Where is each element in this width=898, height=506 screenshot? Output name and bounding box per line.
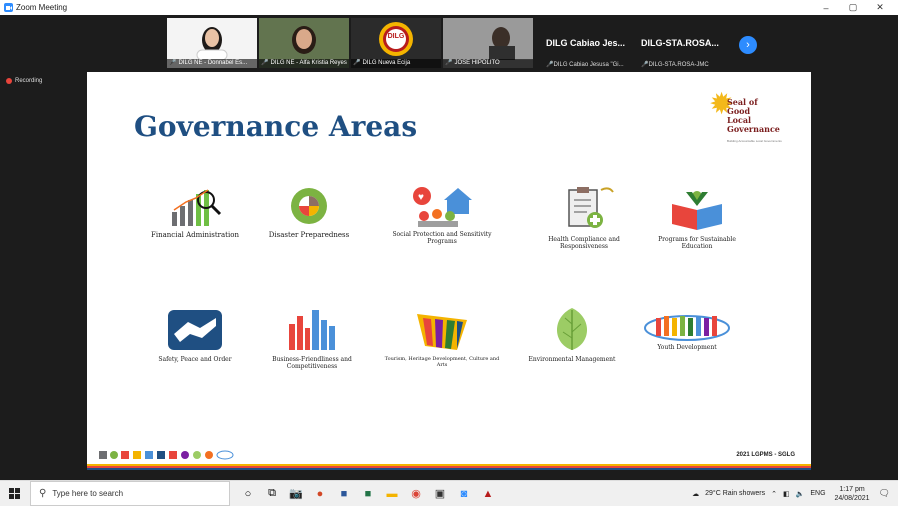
recording-label: Recording — [15, 78, 43, 84]
minimize-button[interactable]: – — [814, 0, 838, 15]
search-icon: ⚲ — [39, 488, 47, 499]
record-icon — [6, 78, 12, 84]
maximize-button[interactable]: ▢ — [841, 0, 865, 15]
book-person-icon — [672, 191, 722, 230]
area-label: Health Compliance and Responsiveness — [548, 236, 620, 250]
taskbar-clock[interactable]: 1:17 pm 24/08/2021 — [835, 485, 870, 503]
participant-tile[interactable]: 🎤 DILG NE - Donnabel Es... — [167, 18, 257, 68]
participant-display-name: DILG Cabiao Jes... — [546, 38, 626, 48]
slide-title: Governance Areas — [134, 110, 418, 143]
area-environmental-management: Environmental Management — [517, 304, 627, 363]
area-label: Social Protection and Sensitivity Progra… — [392, 231, 492, 245]
leaf-icon — [556, 308, 588, 350]
area-label: Business-Friendliness and Competitivenes… — [272, 356, 352, 370]
powerpoint-icon[interactable]: ● — [308, 481, 332, 506]
chart-magnifier-icon — [172, 189, 222, 226]
footer-area-icons — [97, 449, 257, 463]
area-label: Safety, Peace and Order — [158, 356, 232, 363]
participant-name-tile[interactable]: DILG-STA.ROSA... 🎤DILG-STA.ROSA-JMC — [641, 18, 733, 68]
app-icon[interactable]: ▣ — [428, 481, 452, 506]
recording-indicator: Recording — [6, 78, 42, 84]
participant-video-icon — [259, 18, 349, 60]
cortana-icon[interactable]: ○ — [236, 481, 260, 506]
participant-display-name: DILG-STA.ROSA... — [641, 38, 719, 48]
colorful-banner-icon — [417, 314, 467, 350]
area-label: Disaster Preparedness — [268, 231, 350, 239]
participant-tile[interactable]: DILG 🎤 DILG Nueva Ecija — [351, 18, 441, 68]
shared-slide: Governance Areas ✹ Seal of Good Local Go… — [87, 72, 811, 470]
tray-arrow-icon[interactable]: ⌃ — [771, 490, 777, 498]
dilg-logo-text: DILG — [387, 33, 405, 40]
network-icon[interactable]: ◧ — [783, 490, 790, 498]
participant-name: 🎤 DILG NE - Donnabel Es... — [167, 59, 257, 68]
close-button[interactable]: ✕ — [868, 0, 892, 15]
excel-icon[interactable]: ■ — [356, 481, 380, 506]
area-youth-development: Youth Development — [632, 312, 742, 351]
weather-icon[interactable]: ☁ — [692, 490, 699, 498]
start-button[interactable] — [0, 481, 30, 506]
meeting-area: 🎤 DILG NE - Donnabel Es... 🎤 DILG NE - Alf… — [0, 15, 898, 470]
participant-tile[interactable]: 🎤 DILG NE - Alfa Kristia Reyes — [259, 18, 349, 68]
notifications-icon[interactable]: 🗨 — [879, 488, 890, 499]
participant-video-icon — [167, 18, 257, 61]
file-explorer-icon[interactable]: ▬ — [380, 481, 404, 506]
participant-video-icon — [443, 18, 533, 60]
word-icon[interactable]: ■ — [332, 481, 356, 506]
area-label: Financial Administration — [151, 231, 239, 239]
windows-logo-icon — [9, 487, 20, 499]
area-business-friendliness: Business-Friendliness and Competitivenes… — [257, 304, 367, 370]
slide-footer-text: 2021 LGPMS - SGLG — [736, 452, 795, 458]
participant-name-tile[interactable]: DILG Cabiao Jes... 🎤DILG Cabiao Jesusa "… — [546, 18, 638, 68]
area-label: Tourism, Heritage Development, Culture a… — [384, 356, 500, 368]
handshake-icon — [168, 310, 222, 350]
taskbar-search-box[interactable]: ⚲ Type here to search — [30, 481, 230, 506]
area-safety-peace-order: Safety, Peace and Order — [145, 304, 245, 363]
pdf-icon[interactable]: ▲ — [476, 481, 500, 506]
participant-tile[interactable]: 🎤 JOSE HIPOLITO — [443, 18, 533, 68]
clock-time: 1:17 pm — [839, 485, 865, 493]
weather-text[interactable]: 29°C Rain showers — [705, 490, 765, 497]
task-view-icon[interactable]: ⧉ — [260, 481, 284, 506]
participant-strip: 🎤 DILG NE - Donnabel Es... 🎤 DILG NE - Alf… — [0, 18, 898, 68]
area-financial-administration: Financial Administration — [145, 184, 245, 239]
area-sustainable-education: Programs for Sustainable Education — [642, 184, 752, 250]
seal-line: Governance — [727, 124, 780, 134]
area-social-protection: ♥ Social Protection and Sensitivity Prog… — [387, 184, 497, 245]
chrome-icon[interactable]: ◉ — [404, 481, 428, 506]
youth-circle-icon — [644, 315, 730, 341]
disaster-wheel-icon — [291, 188, 327, 224]
area-label: Environmental Management — [528, 356, 616, 363]
area-tourism-culture: Tourism, Heritage Development, Culture a… — [382, 304, 502, 368]
next-participants-button[interactable]: › — [739, 36, 757, 54]
clipboard-caduceus-icon — [568, 187, 614, 228]
volume-icon[interactable]: 🔈 — [796, 490, 805, 498]
participant-full-name: 🎤DILG Cabiao Jesusa "Gi... — [546, 62, 624, 68]
window-bottom-edge — [0, 470, 898, 480]
window-titlebar: Zoom Meeting – ▢ ✕ — [0, 0, 898, 15]
family-house-icon: ♥ — [413, 187, 472, 227]
zoom-taskbar-icon[interactable]: ◙ — [452, 481, 476, 506]
seal-subtitle: Building Accountable Local Governments — [727, 139, 782, 143]
search-placeholder: Type here to search — [52, 489, 124, 498]
camera-app-icon[interactable]: 📷 — [284, 481, 308, 506]
participant-full-name: 🎤DILG-STA.ROSA-JMC — [641, 62, 709, 68]
area-disaster-preparedness: Disaster Preparedness — [259, 184, 359, 239]
area-label: Programs for Sustainable Education — [658, 236, 736, 250]
language-indicator[interactable]: ENG — [810, 490, 825, 497]
system-tray: ☁ 29°C Rain showers ⌃ ◧ 🔈 ENG 1:17 pm 24… — [689, 481, 898, 506]
zoom-logo-icon — [4, 3, 13, 12]
participant-name: 🎤 DILG Nueva Ecija — [351, 59, 441, 68]
participant-name: 🎤 DILG NE - Alfa Kristia Reyes — [259, 59, 349, 68]
sglg-logo: ✹ Seal of Good Local Governance Building… — [705, 84, 791, 146]
svg-text:♥: ♥ — [418, 192, 424, 203]
area-health-compliance: Health Compliance and Responsiveness — [529, 184, 639, 250]
clock-date: 24/08/2021 — [834, 494, 870, 502]
mini-area-icons — [99, 450, 234, 460]
windows-taskbar: ⚲ Type here to search ○ ⧉ 📷 ● ■ ■ ▬ ◉ ▣ … — [0, 480, 898, 506]
area-label: Youth Development — [657, 344, 717, 351]
participant-name: 🎤 JOSE HIPOLITO — [443, 59, 533, 68]
window-title: Zoom Meeting — [16, 3, 68, 12]
skyline-icon — [289, 310, 335, 350]
